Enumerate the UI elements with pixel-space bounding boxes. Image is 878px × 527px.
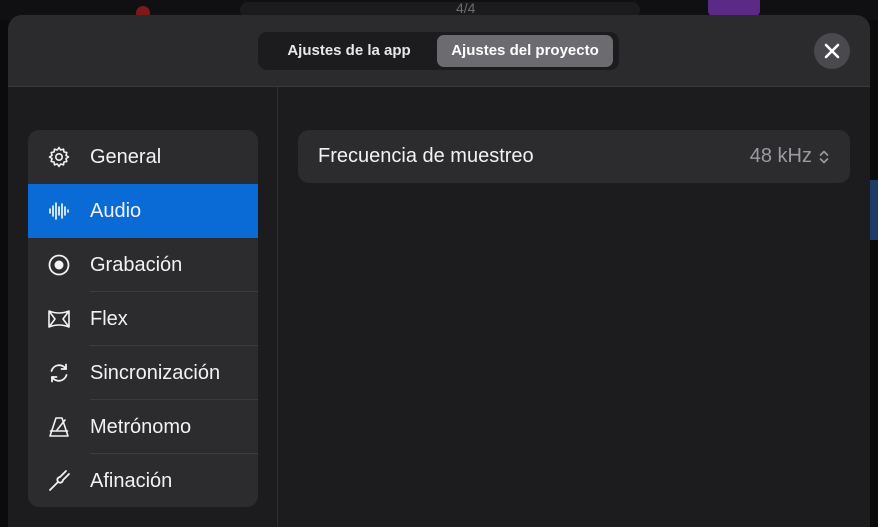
sidebar-item-label: Audio xyxy=(90,199,142,222)
sidebar-item-label: General xyxy=(90,145,162,168)
background-tab xyxy=(708,0,760,16)
sidebar-item-label: Metrónomo xyxy=(90,415,192,438)
close-icon xyxy=(824,43,840,59)
sidebar-item-label: Grabación xyxy=(90,253,183,276)
modal-header: Ajustes de la app Ajustes del proyecto xyxy=(8,15,870,87)
sidebar-item-flex[interactable]: Flex xyxy=(28,292,258,346)
tuning-fork-icon xyxy=(28,454,90,507)
sidebar-item-metronome[interactable]: Metrónomo xyxy=(28,400,258,454)
sidebar-item-sync[interactable]: Sincronización xyxy=(28,346,258,400)
sync-icon xyxy=(28,346,90,400)
sample-rate-label: Frecuencia de muestreo xyxy=(318,145,534,167)
flex-icon xyxy=(28,292,90,346)
sidebar-item-audio[interactable]: Audio xyxy=(28,184,258,238)
close-button[interactable] xyxy=(814,33,850,69)
gear-icon xyxy=(28,130,90,184)
settings-sidebar: General Audio Grabación Flex Sincronizac… xyxy=(28,130,258,507)
sample-rate-value: 48 kHz xyxy=(749,145,812,167)
record-icon xyxy=(28,238,90,292)
waveform-icon xyxy=(28,184,90,238)
background-track-edge xyxy=(870,180,878,240)
sidebar-item-tuning[interactable]: Afinación xyxy=(28,454,258,507)
tab-project-settings[interactable]: Ajustes del proyecto xyxy=(437,35,613,67)
sample-rate-selector[interactable]: 48 kHz xyxy=(750,145,830,168)
sample-rate-row[interactable]: Frecuencia de muestreo 48 kHz xyxy=(298,130,850,183)
sidebar-pane: General Audio Grabación Flex Sincronizac… xyxy=(8,87,278,527)
time-signature: 4/4 xyxy=(456,0,476,16)
sidebar-item-label: Sincronización xyxy=(90,361,221,384)
sidebar-item-label: Flex xyxy=(90,307,128,330)
sidebar-item-general[interactable]: General xyxy=(28,130,258,184)
settings-modal: Ajustes de la app Ajustes del proyecto G… xyxy=(8,15,870,527)
settings-scope-segmented-control: Ajustes de la app Ajustes del proyecto xyxy=(258,32,619,70)
chevron-up-down-icon xyxy=(819,150,829,163)
metronome-icon xyxy=(28,400,90,454)
sidebar-item-recording[interactable]: Grabación xyxy=(28,238,258,292)
tab-app-settings[interactable]: Ajustes de la app xyxy=(261,35,437,67)
sidebar-item-label: Afinación xyxy=(90,469,173,492)
